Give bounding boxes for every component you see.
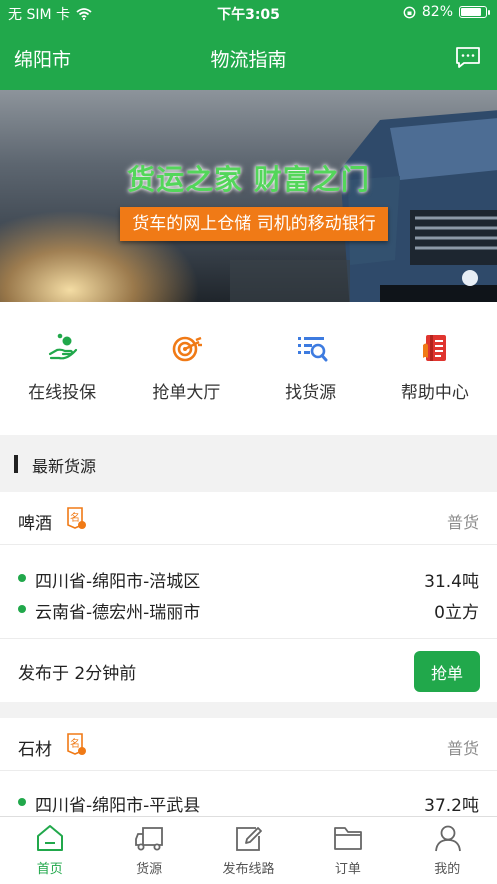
truck-image (230, 110, 497, 302)
tab-label: 发布线路 (222, 862, 275, 877)
tab-orders[interactable]: 订单 (298, 817, 397, 884)
user-icon (434, 825, 461, 852)
tab-label: 我的 (434, 862, 461, 877)
target-icon (172, 336, 203, 362)
route-dot (18, 605, 26, 613)
quick-link-label: 帮助中心 (400, 383, 469, 403)
verified-badge-icon: 名 (67, 507, 86, 529)
route-quantity: 31.4吨 (424, 572, 479, 592)
route-place: 四川省-绵阳市-涪城区 (35, 572, 201, 592)
route-quantity: 37.2吨 (424, 796, 479, 816)
route-place: 云南省-德宏州-瑞丽市 (35, 603, 201, 623)
cargo-card-footer: 发布于 2分钟前 抢单 (0, 638, 497, 703)
banner-headline: 货运之家 财富之门 (127, 163, 370, 196)
tab-label: 货源 (136, 862, 163, 877)
quick-link-grab-hall[interactable]: 抢单大厅 (124, 302, 248, 435)
insurance-hand-icon (48, 333, 78, 360)
quick-link-insurance[interactable]: 在线投保 (0, 302, 124, 435)
route-quantity: 0立方 (434, 603, 479, 623)
posted-time: 发布于 2分钟前 (18, 664, 137, 684)
section-header: 最新货源 (0, 435, 497, 492)
tab-publish-route[interactable]: 发布线路 (199, 817, 298, 884)
home-icon (37, 825, 63, 851)
nav-bar: 绵阳市 物流指南 (0, 26, 497, 90)
folder-icon (334, 827, 363, 850)
cargo-type: 普货 (446, 513, 479, 532)
quick-link-help-center[interactable]: 帮助中心 (373, 302, 497, 435)
tab-label: 订单 (334, 862, 361, 877)
help-book-icon (422, 335, 446, 361)
section-bar (14, 455, 18, 473)
tab-mine[interactable]: 我的 (398, 817, 497, 884)
bottom-tab-bar: 首页 货源 发布线路 订单 我的 (0, 816, 497, 884)
tab-label: 首页 (36, 862, 63, 877)
page-title: 物流指南 (210, 49, 287, 71)
verified-badge-text: 名 (70, 511, 80, 524)
route-row-destination: 云南省-德宏州-瑞丽市 0立方 (18, 594, 479, 624)
grab-order-button[interactable]: 抢单 (414, 651, 480, 692)
truck-icon (135, 827, 164, 851)
route-row-origin: 四川省-绵阳市-平武县 37.2吨 (18, 787, 479, 817)
edit-icon (235, 827, 262, 851)
verified-badge-text: 名 (70, 737, 80, 750)
route-dot (18, 574, 26, 582)
status-bar: 无 SIM 卡 下午3:05 82% (0, 0, 497, 26)
quick-link-label: 抢单大厅 (152, 383, 221, 403)
orientation-lock-icon (403, 6, 416, 18)
tab-home[interactable]: 首页 (0, 817, 99, 884)
cargo-card-header: 石材 名 普货 (0, 718, 497, 771)
verified-badge-icon: 名 (67, 733, 86, 755)
battery-fill (461, 8, 481, 16)
cargo-type: 普货 (446, 739, 479, 758)
promo-banner[interactable]: 货运之家 财富之门 货车的网上仓储 司机的移动银行 (0, 90, 497, 302)
route-place: 四川省-绵阳市-平武县 (35, 796, 201, 816)
quick-link-label: 找货源 (285, 383, 337, 403)
cargo-name: 石材 (18, 740, 52, 760)
quick-links: 在线投保 抢单大厅 找货源 帮助中心 (0, 302, 497, 435)
tab-cargo[interactable]: 货源 (99, 817, 198, 884)
battery-icon (459, 6, 490, 18)
battery-percent: 82% (421, 4, 453, 20)
route-dot (18, 798, 26, 806)
cargo-card[interactable]: 石材 名 普货 四川省-绵阳市-平武县 37.2吨 (0, 718, 497, 816)
quick-link-label: 在线投保 (28, 383, 97, 403)
quick-link-find-cargo[interactable]: 找货源 (249, 302, 373, 435)
section-title: 最新货源 (32, 457, 97, 476)
cargo-card[interactable]: 啤酒 名 普货 四川省-绵阳市-涪城区 31.4吨 云南省-德宏州-瑞丽市 0立… (0, 492, 497, 702)
cargo-card-header: 啤酒 名 普货 (0, 492, 497, 545)
message-icon[interactable] (455, 46, 481, 70)
search-list-icon (297, 337, 327, 362)
banner-tagline: 货车的网上仓储 司机的移动银行 (120, 207, 388, 241)
cargo-name: 啤酒 (18, 514, 52, 534)
route-row-origin: 四川省-绵阳市-涪城区 31.4吨 (18, 563, 479, 593)
